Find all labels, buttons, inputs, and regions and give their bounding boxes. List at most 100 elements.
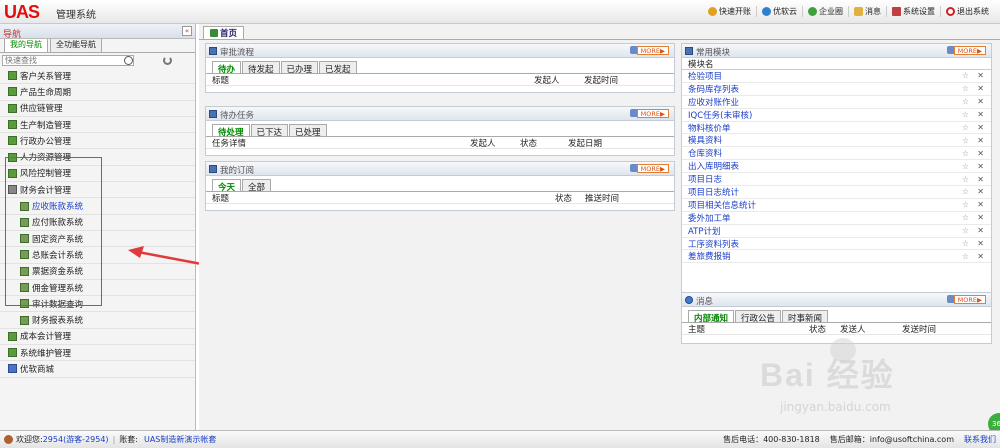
module-link[interactable]: ATP计划 — [688, 225, 720, 237]
tab-to-initiate[interactable]: 待发起 — [242, 61, 280, 75]
nav-item-plm[interactable]: 产品生命周期 — [0, 84, 195, 101]
nav-item-maintenance[interactable]: 系统维护管理 — [0, 345, 195, 362]
star-icon[interactable]: ☆ — [962, 175, 969, 184]
star-icon[interactable]: ☆ — [962, 71, 969, 80]
more-button[interactable]: MORE▶ — [953, 46, 986, 55]
account-name[interactable]: UAS制造新演示帐套 — [144, 434, 216, 445]
star-icon[interactable]: ☆ — [962, 84, 969, 93]
close-icon[interactable]: ✕ — [977, 97, 984, 106]
close-icon[interactable]: ✕ — [977, 187, 984, 196]
nav-subitem-payable[interactable]: 应付账款系统 — [0, 215, 195, 231]
star-icon[interactable]: ☆ — [962, 252, 969, 261]
module-link[interactable]: 项目相关信息统计 — [688, 199, 756, 211]
module-link[interactable]: 应收对账作业 — [688, 96, 739, 108]
nav-item-office[interactable]: 行政办公管理 — [0, 133, 195, 150]
star-icon[interactable]: ☆ — [962, 97, 969, 106]
folder-icon — [8, 71, 17, 81]
search-icon[interactable] — [124, 56, 133, 65]
list-item: 应收对账作业 ☆ ✕ — [682, 96, 991, 109]
tab-initiated[interactable]: 已发起 — [319, 61, 357, 75]
nav-subitem-audit[interactable]: 审计数据查询 — [0, 296, 195, 313]
refresh-icon[interactable] — [163, 56, 172, 65]
module-link[interactable]: 出入库明细表 — [688, 160, 739, 172]
nav-item-scm[interactable]: 供应链管理 — [0, 101, 195, 117]
module-link[interactable]: 项目日志 — [688, 173, 722, 185]
close-icon[interactable]: ✕ — [977, 149, 984, 158]
close-icon[interactable]: ✕ — [977, 239, 984, 248]
star-icon[interactable]: ☆ — [962, 200, 969, 209]
close-icon[interactable]: ✕ — [977, 162, 984, 171]
close-icon[interactable]: ✕ — [977, 175, 984, 184]
close-icon[interactable]: ✕ — [977, 84, 984, 93]
tab-today[interactable]: 今天 — [212, 179, 242, 193]
star-icon[interactable]: ☆ — [962, 123, 969, 132]
tab-all[interactable]: 全部 — [242, 179, 272, 193]
user-name[interactable]: 2954(游客-2954) — [43, 434, 109, 445]
topnav-logout[interactable]: 退出系统 — [940, 6, 994, 17]
star-icon[interactable]: ☆ — [962, 149, 969, 158]
close-icon[interactable]: ✕ — [977, 136, 984, 145]
more-button[interactable]: MORE▶ — [636, 109, 669, 118]
close-icon[interactable]: ✕ — [977, 226, 984, 235]
tab-processed[interactable]: 已处理 — [289, 124, 327, 138]
nav-item-cost[interactable]: 成本会计管理 — [0, 329, 195, 346]
col-push-time: 推送时间 — [585, 193, 620, 204]
module-link[interactable]: 物料核价单 — [688, 122, 731, 134]
topnav-message[interactable]: 消息 — [848, 6, 886, 17]
star-icon[interactable]: ☆ — [962, 136, 969, 145]
nav-item-crm[interactable]: 客户关系管理 — [0, 68, 195, 85]
tab-announcement[interactable]: 行政公告 — [735, 310, 782, 324]
topnav-quick-account[interactable]: 快速开账 — [703, 6, 756, 17]
close-icon[interactable]: ✕ — [977, 110, 984, 119]
panel-header: 我的订阅 MORE▶ — [206, 162, 674, 176]
search-input[interactable] — [2, 55, 134, 66]
module-link[interactable]: 委外加工单 — [688, 212, 731, 224]
list-item: IQC任务(未审核) ☆ ✕ — [682, 109, 991, 122]
star-icon[interactable]: ☆ — [962, 239, 969, 248]
close-icon[interactable]: ✕ — [977, 123, 984, 132]
module-link[interactable]: 工序资料列表 — [688, 238, 739, 250]
nav-item-mall[interactable]: 优软商城 — [0, 361, 195, 378]
close-icon[interactable]: ✕ — [977, 252, 984, 261]
tab-news[interactable]: 时事新闻 — [782, 310, 829, 324]
tab-handled[interactable]: 已办理 — [280, 61, 319, 75]
star-icon[interactable]: ☆ — [962, 213, 969, 222]
module-link[interactable]: 差旅费报销 — [688, 250, 731, 262]
nav-subitem-reports[interactable]: 财务报表系统 — [0, 312, 195, 329]
module-link[interactable]: IQC任务(未审核) — [688, 109, 752, 121]
module-link[interactable]: 项目日志统计 — [688, 186, 739, 198]
tab-pending[interactable]: 待处理 — [212, 124, 250, 138]
star-icon[interactable]: ☆ — [962, 162, 969, 171]
module-link[interactable]: 模具资料 — [688, 134, 722, 146]
nav-subitem-receivable[interactable]: 应收账款系统 — [0, 198, 195, 215]
star-icon[interactable]: ☆ — [962, 187, 969, 196]
module-link[interactable]: 条码库存列表 — [688, 83, 739, 95]
close-icon[interactable]: ✕ — [977, 71, 984, 80]
tab-internal[interactable]: 内部通知 — [688, 310, 735, 324]
topnav-settings[interactable]: 系统设置 — [886, 6, 940, 17]
module-link[interactable]: 仓库资料 — [688, 147, 722, 159]
tab-issued[interactable]: 已下达 — [250, 124, 289, 138]
more-button[interactable]: MORE▶ — [636, 46, 669, 55]
star-icon[interactable]: ☆ — [962, 226, 969, 235]
col-send-time: 发送时间 — [902, 324, 937, 335]
nav-item-mfg[interactable]: 生产制造管理 — [0, 117, 195, 134]
more-button[interactable]: MORE▶ — [953, 295, 986, 304]
sidebar: 导航 « 我的导航 全功能导航 客户关系管理 产品生命周期 供应链管理 生产制造… — [0, 24, 196, 430]
nav-item-finance[interactable]: 财务会计管理 — [0, 182, 195, 199]
nav-subitem-commission[interactable]: 佣金管理系统 — [0, 280, 195, 297]
more-button[interactable]: MORE▶ — [636, 164, 669, 173]
table-header: 标题 发起人 发起时间 — [206, 74, 674, 86]
tab-home[interactable]: 首页 — [203, 26, 245, 39]
module-link[interactable]: 检验项目 — [688, 70, 722, 82]
close-icon[interactable]: ✕ — [977, 213, 984, 222]
collapse-icon[interactable]: « — [182, 26, 192, 36]
close-icon[interactable]: ✕ — [977, 200, 984, 209]
tab-todo[interactable]: 待办 — [212, 61, 242, 75]
star-icon[interactable]: ☆ — [962, 110, 969, 119]
topnav-circle[interactable]: 企业圈 — [802, 6, 848, 17]
nav-item-risk[interactable]: 风险控制管理 — [0, 166, 195, 183]
nav-item-hr[interactable]: 人力资源管理 — [0, 149, 195, 166]
contact-link[interactable]: 联系我们 — [964, 434, 996, 445]
topnav-cloud[interactable]: 优软云 — [756, 6, 802, 17]
